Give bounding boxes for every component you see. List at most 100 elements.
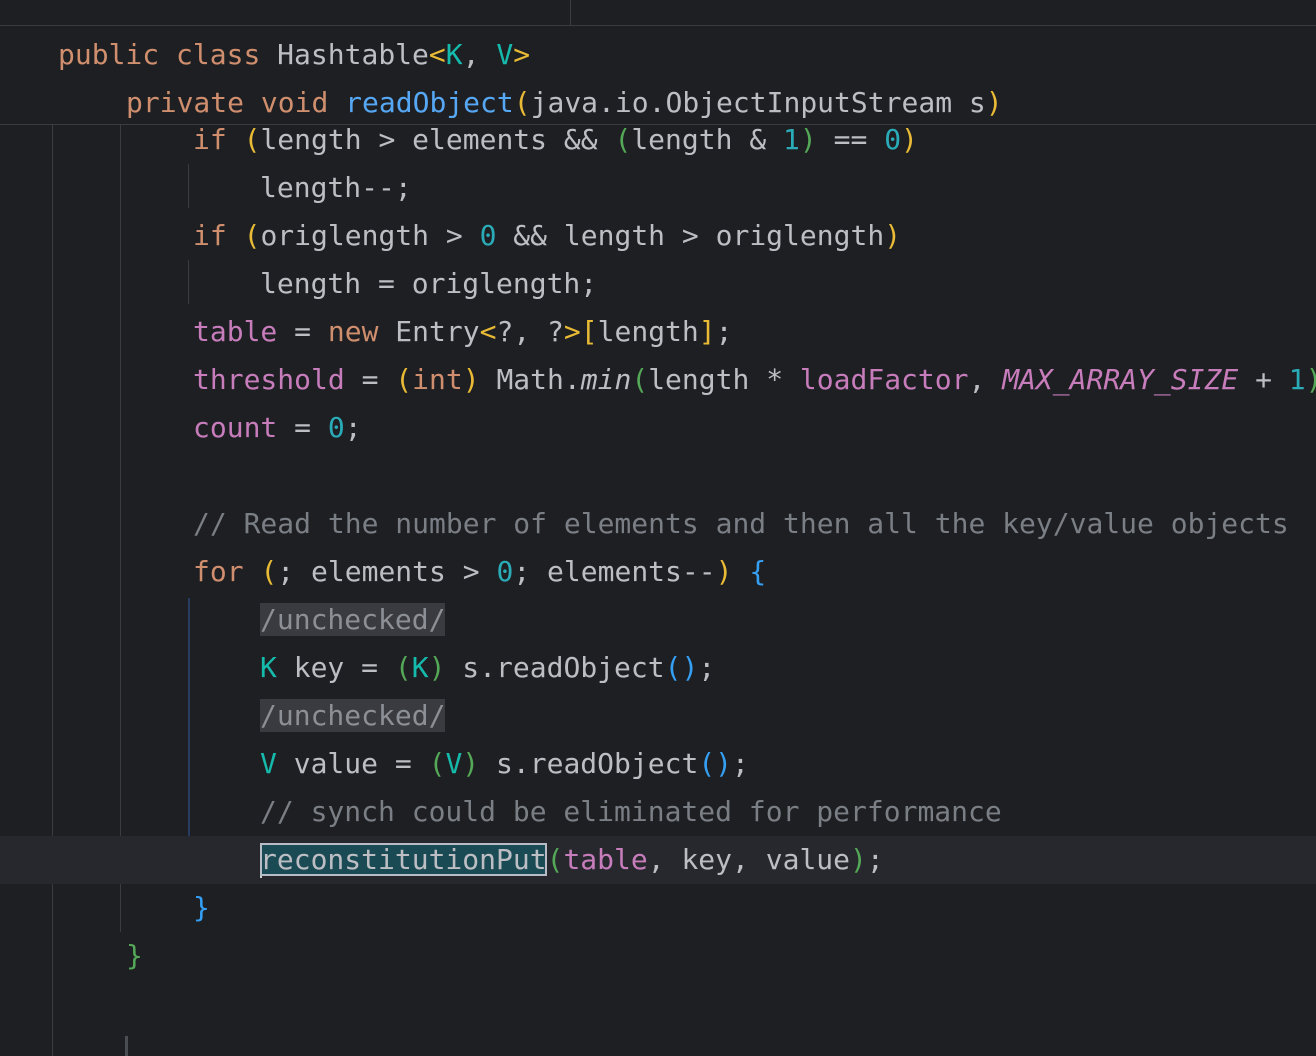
code-line[interactable]: threshold = (int) Math.min(length * load… bbox=[193, 356, 1316, 404]
bracket: < bbox=[479, 315, 497, 348]
bracket: () bbox=[664, 651, 699, 684]
code-text: == bbox=[816, 123, 885, 156]
bracket: ) bbox=[901, 123, 918, 156]
keyword: int bbox=[412, 363, 463, 396]
code-text: length > elements && bbox=[260, 123, 615, 156]
type-param: K bbox=[260, 651, 277, 684]
punct: ; bbox=[715, 315, 733, 348]
code-line[interactable]: length--; bbox=[260, 164, 412, 212]
number: 0 bbox=[327, 411, 345, 444]
code-text: ; elements-- bbox=[513, 555, 716, 588]
bracket: ) bbox=[462, 363, 480, 396]
code-line[interactable]: // Read the number of elements and then … bbox=[193, 500, 1289, 548]
code-text: s.readObject bbox=[479, 747, 699, 780]
code-text: length--; bbox=[260, 171, 412, 204]
indent-guide bbox=[52, 124, 53, 1056]
bracket: ) bbox=[884, 219, 902, 252]
keyword: new bbox=[327, 315, 379, 348]
bracket: ) bbox=[428, 651, 446, 684]
type-param: K bbox=[445, 38, 463, 71]
sticky-method-line[interactable]: private void readObject(java.io.ObjectIn… bbox=[126, 79, 1003, 127]
code-line[interactable]: } bbox=[126, 932, 143, 980]
type-param: V bbox=[445, 747, 463, 780]
code-text: length * bbox=[648, 363, 800, 396]
indent-guide bbox=[125, 1036, 128, 1056]
code-line[interactable]: /unchecked/ bbox=[260, 596, 446, 644]
bracket: ( bbox=[243, 123, 261, 156]
punct: , bbox=[462, 38, 497, 71]
code-text: = bbox=[277, 315, 328, 348]
code-editor[interactable]: public class Hashtable<K, V> private voi… bbox=[0, 0, 1316, 1056]
number: 1 bbox=[1288, 363, 1306, 396]
code-text: length bbox=[597, 315, 699, 348]
type-param: K bbox=[411, 651, 429, 684]
keyword: if bbox=[193, 219, 227, 252]
number: 1 bbox=[783, 123, 800, 156]
field: table bbox=[563, 843, 648, 876]
suppress-annotation: /unchecked/ bbox=[260, 603, 446, 636]
code-line[interactable]: if (origlength > 0 && length > origlengt… bbox=[193, 212, 901, 260]
keyword: private bbox=[126, 86, 245, 119]
method-name: readObject bbox=[345, 86, 514, 119]
code-line[interactable]: table = new Entry<?, ?>[length]; bbox=[193, 308, 733, 356]
code-text: length = origlength; bbox=[260, 267, 598, 300]
constant: MAX_ARRAY_SIZE bbox=[1002, 363, 1239, 396]
code-line[interactable]: // synch could be eliminated for perform… bbox=[260, 788, 1002, 836]
field: loadFactor bbox=[799, 363, 969, 396]
field: table bbox=[193, 315, 278, 348]
comment: // synch could be eliminated for perform… bbox=[260, 795, 1002, 828]
indent-guide bbox=[188, 260, 189, 304]
code-text: ; elements > bbox=[277, 555, 497, 588]
bracket: ( bbox=[513, 86, 531, 119]
bracket: > bbox=[513, 38, 531, 71]
field: count bbox=[193, 411, 278, 444]
code-line[interactable]: K key = (K) s.readObject(); bbox=[260, 644, 715, 692]
sticky-header[interactable]: public class Hashtable<K, V> private voi… bbox=[0, 26, 1316, 125]
code-text: key = bbox=[276, 651, 395, 684]
bracket: ) bbox=[799, 123, 817, 156]
code-line-current[interactable]: reconstitutionPut(table, key, value); bbox=[260, 836, 884, 884]
bracket: ) bbox=[462, 747, 480, 780]
type-param: V bbox=[496, 38, 514, 71]
number: 0 bbox=[884, 123, 902, 156]
bracket: ( bbox=[394, 651, 412, 684]
code-line[interactable]: for (; elements > 0; elements--) { bbox=[193, 548, 766, 596]
code-text: Math. bbox=[479, 363, 581, 396]
parameter: java.io.ObjectInputStream s bbox=[530, 86, 986, 119]
code-text: length & bbox=[631, 123, 784, 156]
bracket: > bbox=[563, 315, 581, 348]
bracket: ( bbox=[260, 555, 278, 588]
code-text: = bbox=[344, 363, 396, 396]
code-line[interactable]: /unchecked/ bbox=[260, 692, 446, 740]
code-line[interactable]: V value = (V) s.readObject(); bbox=[260, 740, 749, 788]
bracket: ( bbox=[546, 843, 564, 876]
comment: // Read the number of elements and then … bbox=[193, 507, 1289, 540]
code-line[interactable]: length = origlength; bbox=[260, 260, 597, 308]
selected-method-call[interactable]: reconstitutionPut bbox=[260, 843, 547, 876]
keyword: public bbox=[58, 38, 160, 71]
code-line[interactable]: } bbox=[193, 884, 210, 932]
keyword: void bbox=[260, 86, 329, 119]
punct: , bbox=[968, 363, 1003, 396]
type-param: V bbox=[260, 747, 277, 780]
bracket: ) bbox=[850, 843, 867, 876]
sticky-class-line[interactable]: public class Hashtable<K, V> bbox=[58, 31, 530, 79]
code-line[interactable]: count = 0; bbox=[193, 404, 362, 452]
code-text: Entry bbox=[378, 315, 480, 348]
brace: } bbox=[126, 939, 143, 972]
bracket: ] bbox=[698, 315, 716, 348]
bracket: ( bbox=[428, 747, 446, 780]
code-text: && length > origlength bbox=[496, 219, 885, 252]
code-text: + bbox=[1238, 363, 1289, 396]
code-text: origlength > bbox=[260, 219, 480, 252]
code-text: = bbox=[277, 411, 328, 444]
keyword: for bbox=[193, 555, 244, 588]
bracket: () bbox=[698, 747, 733, 780]
brace: { bbox=[749, 555, 767, 588]
number: 0 bbox=[479, 219, 497, 252]
bracket: ) bbox=[985, 86, 1003, 119]
punct: ; bbox=[344, 411, 362, 444]
tab-divider bbox=[570, 0, 571, 25]
